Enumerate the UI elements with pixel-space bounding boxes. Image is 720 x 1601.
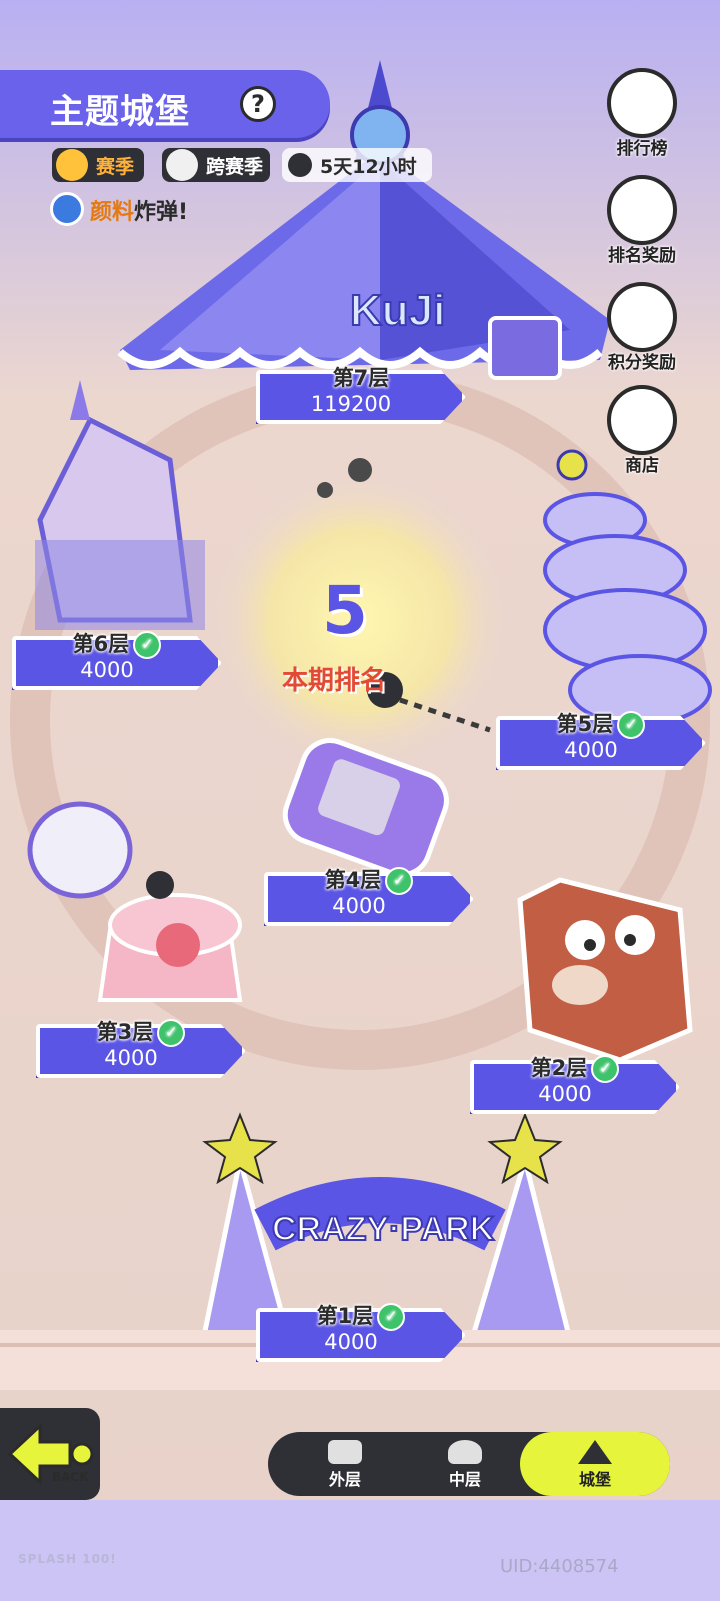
tab-outer-layer[interactable]: 外层 — [285, 1432, 405, 1496]
chick-icon — [56, 149, 88, 181]
points-reward-button[interactable]: 积分奖励 — [600, 282, 684, 373]
season-timer: 5天12小时 — [282, 148, 432, 182]
tab-label: 城堡 — [578, 1470, 611, 1489]
leaderboard-button[interactable]: 排行榜 — [600, 68, 684, 159]
level-6-plaque[interactable]: 第6层 ✓ 4000 — [12, 628, 222, 694]
check-icon: ✓ — [385, 867, 414, 895]
check-icon: ✓ — [133, 631, 162, 659]
outer-layer-icon — [328, 1440, 362, 1464]
tab-label: 中层 — [448, 1470, 481, 1489]
current-rank-number: 5 — [322, 572, 368, 649]
level-name: 第7层 — [332, 366, 390, 390]
cart-icon — [607, 385, 677, 455]
level-score: 4000 — [104, 1046, 158, 1070]
castle-icon — [578, 1440, 612, 1464]
user-id: UID:4408574 — [500, 1556, 619, 1577]
level-score: 119200 — [310, 392, 392, 416]
cross-season-label: 跨赛季 — [206, 155, 264, 178]
middle-layer-icon — [448, 1440, 482, 1464]
level-name: 第2层 — [530, 1056, 588, 1080]
timer-text: 5天12小时 — [320, 155, 417, 178]
back-button[interactable] — [0, 1408, 100, 1500]
level-score: 4000 — [80, 658, 134, 682]
check-icon: ✓ — [591, 1055, 620, 1083]
game-logo: SPLASH 100! — [18, 1552, 117, 1566]
back-label: BACK — [52, 1470, 89, 1484]
check-icon: ✓ — [157, 1019, 186, 1047]
level-1-plaque[interactable]: 第1层 ✓ 4000 — [256, 1300, 466, 1366]
level-2-plaque[interactable]: 第2层 ✓ 4000 — [470, 1052, 680, 1118]
paint-bomb-icon — [50, 192, 84, 226]
gate-sign: CRAZY·PARK — [272, 1210, 495, 1248]
tent-sign: KuJi — [350, 286, 445, 335]
clock-icon — [288, 153, 312, 177]
season-label: 赛季 — [96, 155, 135, 178]
cross-season-badge: 跨赛季 — [162, 148, 270, 182]
level-score: 4000 — [564, 738, 618, 762]
page-title: 主题城堡 — [50, 92, 190, 132]
check-icon: ✓ — [617, 711, 646, 739]
level-name: 第1层 — [316, 1304, 374, 1328]
level-score: 4000 — [324, 1330, 378, 1354]
character-icon — [166, 149, 198, 181]
points-reward-icon — [607, 282, 677, 352]
rank-reward-icon — [607, 175, 677, 245]
level-name: 第6层 — [72, 632, 130, 656]
rank-reward-button[interactable]: 排名奖励 — [600, 175, 684, 266]
level-name: 第4层 — [324, 868, 382, 892]
help-icon[interactable]: ? — [240, 86, 276, 122]
back-arrow-icon — [7, 1422, 94, 1486]
paint-bomb-text: 颜料炸弹! — [90, 194, 188, 226]
level-name: 第5层 — [556, 712, 614, 736]
current-rank-label: 本期排名 — [282, 666, 387, 696]
tab-label: 外层 — [328, 1470, 361, 1489]
level-name: 第3层 — [96, 1020, 154, 1044]
paint-bomb-suffix: 炸弹! — [134, 200, 189, 225]
level-7-plaque[interactable]: 第7层 119200 — [256, 362, 466, 428]
level-3-plaque[interactable]: 第3层 ✓ 4000 — [36, 1016, 246, 1082]
level-score: 4000 — [332, 894, 386, 918]
tab-middle-layer[interactable]: 中层 — [405, 1432, 525, 1496]
level-5-plaque[interactable]: 第5层 ✓ 4000 — [496, 708, 706, 774]
paint-bomb-prefix: 颜料 — [90, 200, 135, 225]
tab-castle[interactable]: 城堡 — [520, 1432, 670, 1496]
season-badge: 赛季 — [52, 148, 144, 182]
level-4-plaque[interactable]: 第4层 ✓ 4000 — [264, 864, 474, 930]
level-score: 4000 — [538, 1082, 592, 1106]
trophy-icon — [607, 68, 677, 138]
shop-button[interactable]: 商店 — [600, 385, 684, 476]
check-icon: ✓ — [377, 1303, 406, 1331]
